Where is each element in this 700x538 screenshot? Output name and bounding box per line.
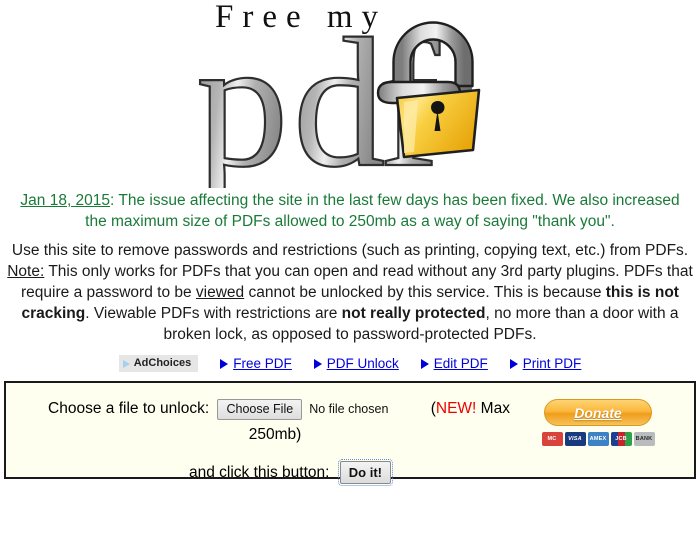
submit-label: and click this button: [189,464,330,482]
file-input[interactable]: Choose File No file chosen [217,397,388,421]
file-status-text: No file chosen [309,402,389,416]
donate-block: Donate MC VISA AMEX JCB BANK [534,399,662,446]
play-triangle-icon [420,358,429,369]
announcement-text: : The issue affecting the site in the la… [85,192,680,230]
ad-link-print-pdf[interactable]: Print PDF [509,356,582,371]
adchoices-label: AdChoices [133,357,192,369]
play-triangle-icon [220,358,229,369]
logo-letter-p: p [196,1,289,188]
choose-file-label: Choose a file to unlock: [48,400,210,418]
new-badge: NEW! [435,400,477,418]
note-text-2: cannot be unlocked by this service. This… [244,284,606,301]
body-copy: Use this site to remove passwords and re… [0,240,700,345]
max-size-note: (NEW! Max [431,400,510,417]
amex-icon: AMEX [587,432,609,446]
adchoices-badge[interactable]: AdChoices [118,355,199,372]
logo-letter-d: d [293,1,386,188]
play-triangle-icon [313,358,322,369]
page-root: Free my p d f Jan 1 [0,0,700,538]
ad-link-edit-pdf[interactable]: Edit PDF [420,356,488,371]
intro-text: Use this site to remove passwords and re… [11,242,689,259]
note-text-3: . Viewable PDFs with restrictions are [85,305,342,322]
logo-graphic: Free my p d f [195,0,481,188]
ad-link-label: Free PDF [233,356,292,371]
ad-link-free-pdf[interactable]: Free PDF [220,356,292,371]
mastercard-icon: MC [541,432,563,446]
note-paragraph: Note: This only works for PDFs that you … [6,261,694,345]
intro-paragraph: Use this site to remove passwords and re… [6,240,694,261]
donate-button[interactable]: Donate [544,399,652,426]
max-note-text: Max [476,400,510,418]
submit-row: and click this button: Do it! [6,459,694,487]
ad-links-row: AdChoices Free PDF PDF Unlock Edit PDF P… [0,355,700,372]
jcb-icon: JCB [610,432,632,446]
choose-file-button[interactable]: Choose File [217,398,303,420]
announcement-banner: Jan 18, 2015: The issue affecting the si… [0,190,700,232]
do-it-button[interactable]: Do it! [337,459,393,487]
bank-icon: BANK [633,432,655,446]
note-label: Note: [7,263,45,280]
note-bold-not-protected: not really protected [341,305,486,322]
ad-link-pdf-unlock[interactable]: PDF Unlock [313,356,399,371]
note-emph-viewed: viewed [195,284,245,301]
payment-methods: MC VISA AMEX JCB BANK [534,432,662,446]
ad-link-label: Print PDF [522,356,582,371]
adchoices-triangle-icon [122,359,130,368]
upload-form-box: Choose a file to unlock: Choose File No … [4,381,696,487]
ad-link-label: PDF Unlock [326,356,399,371]
site-logo: Free my p d f [0,0,700,188]
visa-icon: VISA [564,432,586,446]
ad-link-label: Edit PDF [433,356,488,371]
play-triangle-icon [509,358,518,369]
announcement-date: Jan 18, 2015 [20,192,111,209]
